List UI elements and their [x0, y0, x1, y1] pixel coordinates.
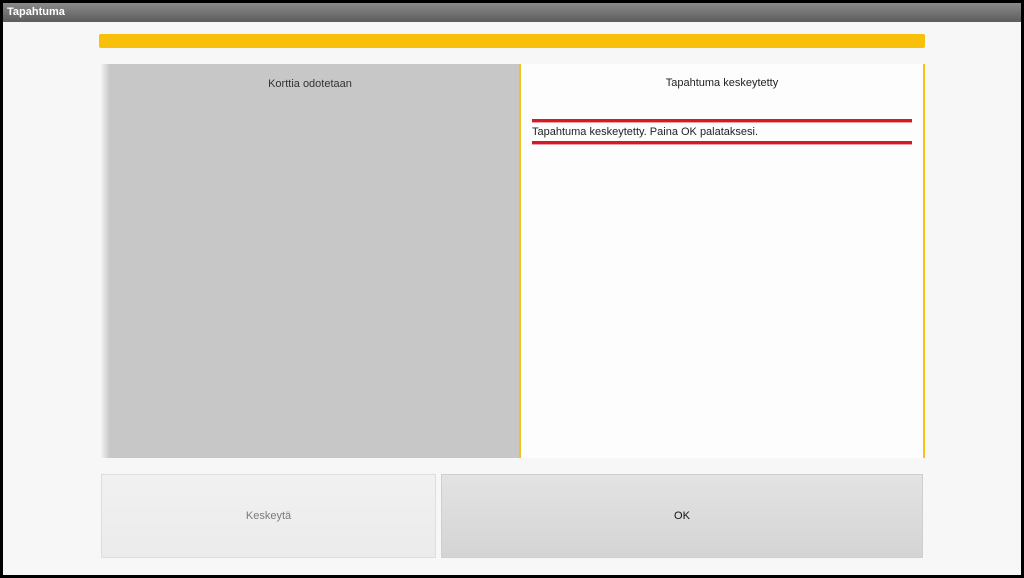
status-panel: Tapahtuma keskeytetty Tapahtuma keskeyte… [521, 64, 923, 458]
progress-bar [99, 34, 925, 48]
ok-button[interactable]: OK [441, 474, 923, 558]
card-wait-panel: Korttia odotetaan [101, 64, 519, 458]
status-message: Tapahtuma keskeytetty. Paina OK palataks… [532, 126, 759, 138]
error-line-bottom [532, 141, 912, 144]
cancel-button[interactable]: Keskeytä [101, 474, 436, 558]
status-title: Tapahtuma keskeytetty [665, 77, 779, 89]
window-title: Tapahtuma [3, 3, 1021, 22]
transaction-window: Tapahtuma Korttia odotetaan Tapahtuma ke… [3, 3, 1021, 575]
card-wait-title: Korttia odotetaan [268, 78, 352, 90]
panel-border-right [923, 64, 925, 458]
error-line-top [532, 119, 912, 122]
